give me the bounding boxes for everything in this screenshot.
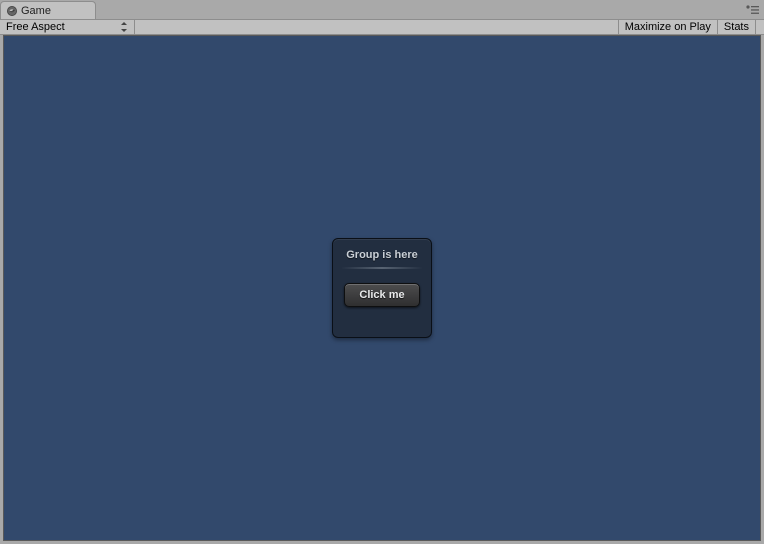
gui-window[interactable]: Group is here Click me xyxy=(332,238,432,338)
tab-row: Game xyxy=(0,0,764,19)
stepper-icon xyxy=(120,22,128,32)
game-toolbar: Free Aspect Maximize on Play Stats xyxy=(0,19,764,35)
game-tab-label: Game xyxy=(21,5,51,17)
game-tab-icon xyxy=(7,6,17,16)
game-viewport: Group is here Click me xyxy=(3,35,761,541)
aspect-dropdown-label: Free Aspect xyxy=(6,21,65,33)
panel-options-icon[interactable] xyxy=(746,5,760,15)
game-tab[interactable]: Game xyxy=(0,1,96,19)
toolbar-trailing-space xyxy=(756,20,764,35)
toolbar-spacer xyxy=(135,20,619,35)
stats-label: Stats xyxy=(724,21,749,33)
aspect-dropdown[interactable]: Free Aspect xyxy=(0,20,135,35)
maximize-on-play-label: Maximize on Play xyxy=(625,21,711,33)
gui-window-divider xyxy=(341,267,423,269)
gui-window-title: Group is here xyxy=(346,249,418,261)
click-me-button[interactable]: Click me xyxy=(344,283,420,307)
maximize-on-play-button[interactable]: Maximize on Play xyxy=(619,20,718,35)
stats-button[interactable]: Stats xyxy=(718,20,756,35)
